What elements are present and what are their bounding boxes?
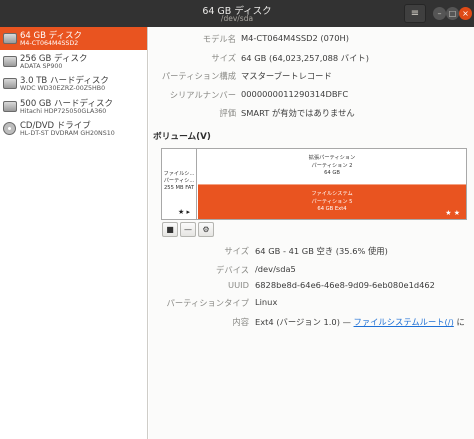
menu-button[interactable]: ≡ — [404, 4, 426, 23]
disk-model: WDC WD30EZRZ-00Z5HB0 — [20, 85, 106, 92]
hard-disk-icon — [3, 100, 17, 112]
close-button[interactable]: × — [459, 7, 472, 20]
info-label: シリアルナンバー — [169, 90, 236, 100]
hard-disk-icon — [3, 78, 17, 89]
disk-model: M4-CT064M4SSD2 — [20, 40, 79, 47]
logical-line1: ファイルシステム — [311, 191, 353, 197]
logical-line3: 64 GB Ext4 — [317, 206, 347, 212]
minimize-button[interactable]: – — [433, 7, 446, 20]
volume-value: Linux — [255, 297, 278, 307]
info-label: パーティション構成 — [161, 71, 236, 81]
partition-1-label: ファイルシ... パーティシ... 255 MB FAT — [162, 171, 196, 192]
info-label: 評価 — [219, 108, 236, 118]
stop-icon: ■ — [166, 225, 174, 234]
volume-value: Ext4 (バージョン 1.0) — ファイルシステムルート(/) に — [255, 316, 465, 328]
volume-row-uuid: UUID 6828be8d-64e6-46e8-9d09-6eb080e1d46… — [149, 280, 474, 294]
disk-item-64gb[interactable]: 64 GB ディスク M4-CT064M4SSD2 — [0, 27, 147, 50]
gears-icon: ⚙ — [202, 225, 210, 234]
delete-partition-button[interactable]: — — [180, 222, 196, 237]
info-value: マスターブートレコード — [241, 71, 332, 81]
info-row-size: サイズ 64 GB (64,023,257,088 バイト) — [149, 52, 474, 66]
info-label: サイズ — [211, 53, 236, 63]
info-row-assessment: 評価 SMART が有効ではありません — [149, 107, 474, 121]
hamburger-icon: ≡ — [410, 8, 420, 19]
volume-label: デバイス — [216, 265, 249, 275]
logical-partition-label: ファイルシステム パーティション 5 64 GB Ext4 — [198, 191, 466, 214]
extended-partition-label: 拡張パーティション パーティション 2 64 GB — [198, 155, 466, 178]
disk-item-cd-dvd[interactable]: CD/DVD ドライブ HL-DT-ST DVDRAM GH20NS10 — [0, 117, 147, 140]
disk-model: HL-DT-ST DVDRAM GH20NS10 — [20, 130, 115, 137]
close-icon: × — [462, 9, 469, 18]
volume-label: サイズ — [224, 246, 249, 256]
optical-drive-icon — [3, 122, 16, 135]
disk-item-256gb[interactable]: 256 GB ディスク ADATA SP900 — [0, 50, 147, 73]
minus-icon: — — [184, 225, 192, 234]
partition-1-line3: 255 MB FAT — [163, 185, 195, 191]
logical-partition-5-block[interactable]: ファイルシステム パーティション 5 64 GB Ext4 ★ ★ — [198, 184, 466, 219]
contents-prefix: Ext4 (バージョン 1.0) — — [255, 317, 354, 327]
info-value: 0000000011290314DBFC — [241, 89, 349, 99]
volume-label: 内容 — [232, 317, 249, 327]
mounted-star-icon: ★ ▸ — [178, 208, 191, 216]
info-row-serial: シリアルナンバー 0000000011290314DBFC — [149, 89, 474, 103]
partition-1-block[interactable]: ファイルシ... パーティシ... 255 MB FAT ★ ▸ — [162, 149, 197, 219]
volume-row-partition-type: パーティションタイプ Linux — [149, 297, 474, 311]
disk-list-sidebar: 64 GB ディスク M4-CT064M4SSD2 256 GB ディスク AD… — [0, 27, 148, 439]
volume-value: 64 GB - 41 GB 空き (35.6% 使用) — [255, 246, 388, 256]
hard-disk-icon — [3, 55, 17, 67]
volume-row-size: サイズ 64 GB - 41 GB 空き (35.6% 使用) — [149, 245, 474, 259]
volume-label: UUID — [228, 280, 249, 290]
info-value: M4-CT064M4SSD2 (070H) — [241, 33, 349, 43]
disk-item-500gb[interactable]: 500 GB ハードディスク Hitachi HDP725050GLA360 — [0, 95, 147, 118]
mounted-star-icon: ★ ★ — [445, 209, 460, 217]
partition-1-line2: パーティシ... — [163, 178, 195, 184]
maximize-icon: □ — [448, 9, 457, 18]
volume-row-contents: 内容 Ext4 (バージョン 1.0) — ファイルシステムルート(/) に — [149, 316, 474, 330]
hard-disk-icon — [3, 33, 17, 44]
volume-map: ファイルシ... パーティシ... 255 MB FAT ★ ▸ 拡張パーティシ… — [161, 148, 467, 220]
extended-line1: 拡張パーティション — [308, 155, 356, 161]
disk-model: Hitachi HDP725050GLA360 — [20, 107, 107, 115]
volumes-header: ボリューム(V) — [153, 132, 211, 142]
disk-item-3tb[interactable]: 3.0 TB ハードディスク WDC WD30EZRZ-00Z5HB0 — [0, 72, 147, 95]
extended-line2: パーティション 2 — [311, 162, 353, 169]
filesystem-root-link[interactable]: ファイルシステムルート(/) — [354, 317, 454, 327]
contents-suffix: に — [453, 317, 465, 327]
partition-options-button[interactable]: ⚙ — [198, 222, 214, 237]
volume-value: /dev/sda5 — [255, 264, 296, 274]
extended-line3: 64 GB — [324, 170, 340, 176]
minimize-icon: – — [437, 9, 442, 18]
info-label: モデル名 — [202, 34, 236, 44]
info-row-partitioning: パーティション構成 マスターブートレコード — [149, 70, 474, 84]
logical-line2: パーティション 5 — [311, 198, 353, 205]
info-row-model: モデル名 M4-CT064M4SSD2 (070H) — [149, 33, 474, 47]
info-value: SMART が有効ではありません — [241, 108, 355, 118]
volume-value: 6828be8d-64e6-46e8-9d09-6eb080e1d462 — [255, 280, 435, 290]
volume-row-device: デバイス /dev/sda5 — [149, 264, 474, 278]
partition-1-line1: ファイルシ... — [163, 171, 195, 177]
info-value: 64 GB (64,023,257,088 バイト) — [241, 53, 369, 63]
maximize-button[interactable]: □ — [446, 7, 459, 20]
disk-details-pane: モデル名 M4-CT064M4SSD2 (070H) サイズ 64 GB (64… — [149, 27, 474, 439]
window-subtitle: /dev/sda — [220, 14, 254, 23]
volume-label: パーティションタイプ — [166, 298, 249, 308]
window-titlebar: 64 GB ディスク /dev/sda ≡ – □ × — [0, 0, 474, 27]
disk-model: ADATA SP900 — [20, 62, 63, 70]
unmount-button[interactable]: ■ — [162, 222, 178, 237]
